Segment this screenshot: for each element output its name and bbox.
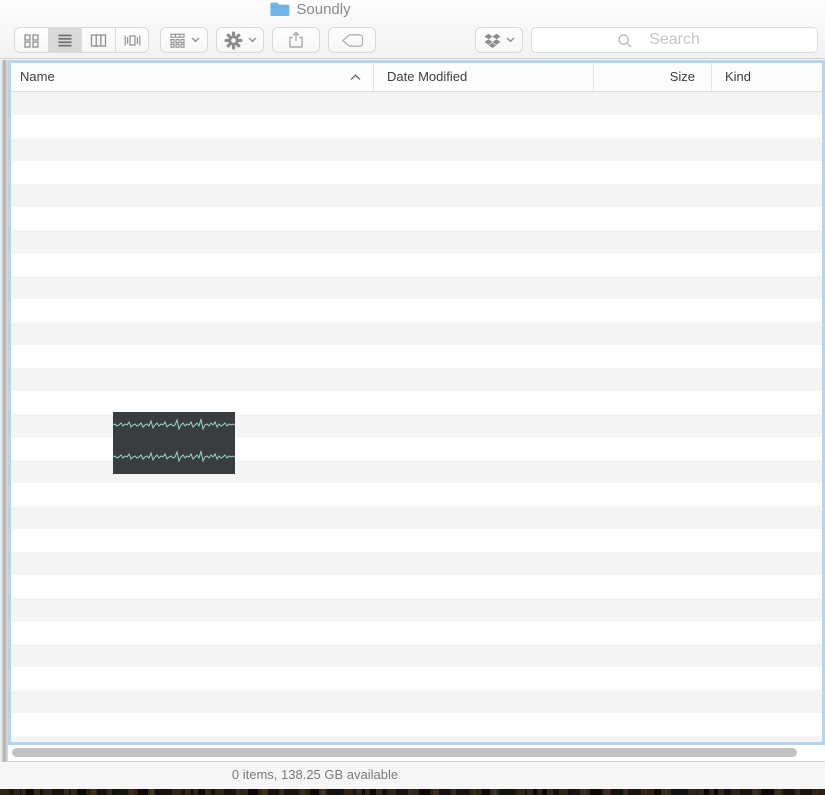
arrange-button[interactable] bbox=[160, 27, 208, 53]
list-view-button[interactable] bbox=[48, 28, 82, 52]
desktop-background-strip bbox=[0, 789, 825, 795]
column-view-icon bbox=[88, 31, 108, 49]
column-header-kind[interactable]: Kind bbox=[712, 63, 822, 91]
column-header-size-label: Size bbox=[670, 69, 695, 84]
search-field[interactable] bbox=[531, 27, 818, 53]
action-button[interactable] bbox=[216, 27, 264, 53]
chevron-down-icon bbox=[248, 37, 257, 43]
view-switcher bbox=[14, 27, 149, 53]
status-bar: 0 items, 138.25 GB available bbox=[0, 762, 825, 789]
column-header-name[interactable]: Name bbox=[11, 63, 374, 91]
arrange-grid-icon bbox=[168, 32, 187, 48]
audio-waveform-icon bbox=[113, 412, 235, 474]
drag-preview-waveform[interactable] bbox=[113, 412, 235, 474]
column-header-date-label: Date Modified bbox=[387, 69, 467, 84]
list-view-icon bbox=[55, 31, 75, 49]
icon-view-button[interactable] bbox=[15, 28, 48, 52]
window-left-edge bbox=[0, 60, 8, 762]
dropbox-button[interactable] bbox=[475, 27, 523, 53]
scrollbar-thumb[interactable] bbox=[12, 748, 797, 757]
tag-icon bbox=[341, 33, 364, 48]
finder-window: Soundly bbox=[0, 0, 825, 795]
dropbox-icon bbox=[483, 31, 502, 50]
folder-icon bbox=[269, 1, 290, 17]
sort-ascending-icon bbox=[350, 74, 361, 81]
horizontal-scrollbar[interactable] bbox=[8, 745, 825, 762]
share-icon bbox=[286, 30, 306, 50]
search-input[interactable] bbox=[532, 28, 817, 52]
share-button[interactable] bbox=[272, 27, 320, 53]
icon-view-icon bbox=[21, 31, 41, 49]
column-header-size[interactable]: Size bbox=[594, 63, 712, 91]
column-header-kind-label: Kind bbox=[725, 69, 751, 84]
column-header-name-label: Name bbox=[20, 63, 55, 91]
window-chrome: Soundly bbox=[0, 0, 825, 59]
chevron-down-icon bbox=[506, 37, 515, 43]
file-list-view[interactable]: Name Date Modified Size Kind bbox=[8, 60, 825, 745]
column-view-button[interactable] bbox=[81, 28, 115, 52]
tags-button[interactable] bbox=[328, 27, 376, 53]
window-title-group[interactable]: Soundly bbox=[269, 0, 350, 18]
status-text: 0 items, 138.25 GB available bbox=[0, 762, 630, 788]
gear-icon bbox=[223, 30, 244, 51]
window-title: Soundly bbox=[296, 1, 350, 18]
cover-flow-view-button[interactable] bbox=[115, 28, 149, 52]
column-headers: Name Date Modified Size Kind bbox=[11, 63, 822, 92]
column-header-date-modified[interactable]: Date Modified bbox=[374, 63, 594, 91]
cover-flow-view-icon bbox=[122, 31, 142, 49]
chevron-down-icon bbox=[191, 37, 200, 43]
